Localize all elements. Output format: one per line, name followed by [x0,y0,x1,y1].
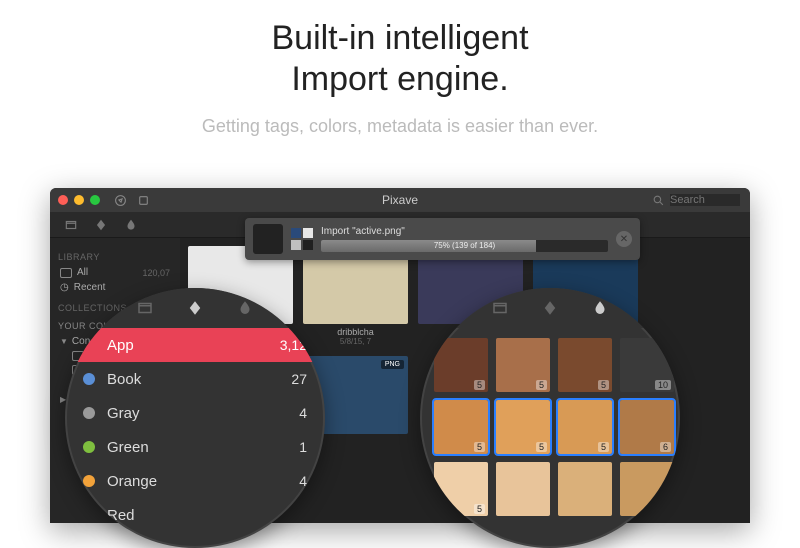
import-thumb [253,224,283,254]
box-icon[interactable] [64,218,78,232]
sidebar-item-label: Recent [74,282,170,293]
swatch-count: 5 [598,442,609,452]
swatch-count: 5 [598,380,609,390]
color-swatch[interactable]: 5 [558,338,612,392]
close-import-button[interactable]: ✕ [616,231,632,247]
tag-name: App [107,337,280,354]
tag-dot [83,441,95,453]
swatch-count: 5 [474,442,485,452]
tab-box[interactable] [490,298,510,318]
zoom-icon[interactable] [90,195,100,205]
swatch [303,228,313,238]
close-icon[interactable] [58,195,68,205]
sidebar-item-recent[interactable]: ◷ Recent [58,280,172,295]
lens-colors: 5 5 5 10 5 5 5 6 5 [420,288,680,548]
progress-label: 75% (139 of 184) [321,240,608,252]
tag-name: Book [107,371,291,388]
compass-icon[interactable] [114,194,127,207]
thumb-name: dribblcha [303,327,408,337]
sidebar-item-all[interactable]: All 120,07 [58,265,172,280]
swatch-count: 5 [474,380,485,390]
tag-row-green[interactable]: Green1 [65,430,325,464]
swatch [291,240,301,250]
color-swatch[interactable] [620,462,674,516]
tag-count: 27 [291,371,307,387]
swatch-count: 6 [660,442,671,452]
sidebar-item-label: All [77,267,142,278]
app-title: Pixave [382,193,418,207]
tag-count: 1 [299,439,307,455]
swatch-count: 5 [536,380,547,390]
color-swatch[interactable]: 5 [558,400,612,454]
color-swatch[interactable]: 5 [496,400,550,454]
tag-name: Gray [107,405,299,422]
tag-dot [83,373,95,385]
tag-row-book[interactable]: Book27 [65,362,325,396]
sidebar-section-library: LIBRARY [58,252,172,262]
tab-drop[interactable] [590,298,610,318]
tag-name: Green [107,439,299,456]
import-title: Import "active.png" [321,226,608,237]
color-swatch[interactable]: 5 [434,462,488,516]
tag-row-app[interactable]: App3,12 [65,328,325,362]
tag-name: Orange [107,473,299,490]
color-swatch[interactable]: 5 [496,338,550,392]
color-swatch[interactable]: 6 [620,400,674,454]
progress-bar: 75% (139 of 184) [321,240,608,252]
search-field[interactable] [652,194,740,207]
tab-tag[interactable] [185,298,205,318]
tag-row-orange[interactable]: Orange4 [65,464,325,498]
color-swatch[interactable] [558,462,612,516]
tag-row-gray[interactable]: Gray4 [65,396,325,430]
tab-drop[interactable] [235,298,255,318]
hero-line2: Import engine. [291,60,508,98]
import-swatches [291,228,313,250]
color-swatch[interactable]: 5 [434,400,488,454]
search-input[interactable] [670,194,740,206]
swatch [291,228,301,238]
tag-dot [83,407,95,419]
clock-icon: ◷ [60,282,69,293]
swatch-count: 10 [655,380,671,390]
swatch-count: 5 [474,504,485,514]
swatch [303,240,313,250]
color-swatch[interactable]: 5 [434,338,488,392]
drop-icon[interactable] [124,218,138,232]
tab-box[interactable] [135,298,155,318]
minimize-icon[interactable] [74,195,84,205]
hero-sub: Getting tags, colors, metadata is easier… [0,116,800,137]
color-swatch[interactable] [496,462,550,516]
import-popup: Import "active.png" 75% (139 of 184) ✕ [245,218,640,260]
format-badge: PNG [381,360,404,369]
color-swatch[interactable]: 10 [620,338,674,392]
tab-tag[interactable] [540,298,560,318]
thumb-date: 5/8/15, 7 [303,337,408,346]
search-icon [652,194,665,207]
folder-icon [60,268,72,278]
list-icon[interactable] [137,194,150,207]
thumbnail[interactable]: dribblcha5/8/15, 7 [303,246,408,346]
tag-count: 4 [299,405,307,421]
swatch-count: 5 [536,442,547,452]
titlebar: Pixave [50,188,750,212]
hero-line1: Built-in intelligent [271,19,528,57]
lens-tags: App3,12Book27Gray4Green1Orange4Red [65,288,325,548]
tag-icon[interactable] [94,218,108,232]
sidebar-item-count: 120,07 [142,268,170,278]
tag-dot [83,475,95,487]
